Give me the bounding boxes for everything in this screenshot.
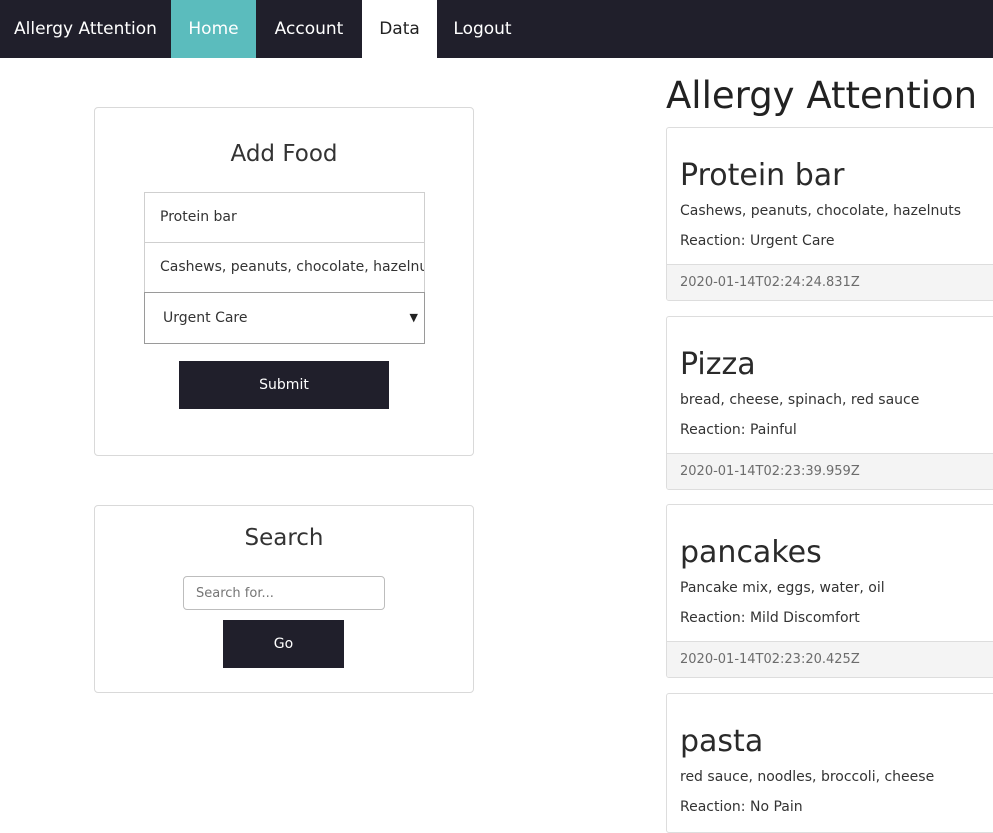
food-card-reaction: Reaction: Painful: [680, 422, 797, 438]
food-card-reaction: Reaction: Urgent Care: [680, 233, 835, 249]
nav-brand[interactable]: Allergy Attention: [0, 0, 171, 58]
food-name-input[interactable]: Protein bar: [144, 192, 425, 243]
food-card-title: Protein bar: [680, 158, 845, 193]
nav-data-link[interactable]: Data: [362, 0, 437, 58]
food-card-ingredients: bread, cheese, spinach, red sauce: [680, 392, 920, 408]
food-card-title: pasta: [680, 724, 764, 759]
page-title: Allergy Attention: [666, 74, 978, 117]
search-panel: Search Go: [94, 505, 474, 693]
food-card-reaction: Reaction: Mild Discomfort: [680, 610, 860, 626]
add-food-panel: Add Food Protein bar Cashews, peanuts, c…: [94, 107, 474, 456]
food-card-reaction: Reaction: No Pain: [680, 799, 803, 815]
top-navbar: Allergy Attention Home Account Data Logo…: [0, 0, 993, 58]
ingredients-input[interactable]: Cashews, peanuts, chocolate, hazelnuts: [144, 242, 425, 293]
food-card-title: pancakes: [680, 535, 822, 570]
food-card: pasta red sauce, noodles, broccoli, chee…: [666, 693, 993, 833]
search-title: Search: [244, 525, 324, 551]
caret-down-icon: ▼: [409, 311, 418, 324]
food-card-ingredients: Cashews, peanuts, chocolate, hazelnuts: [680, 203, 961, 219]
reaction-select[interactable]: Urgent Care ▼: [144, 292, 425, 344]
nav-home-link[interactable]: Home: [171, 0, 256, 58]
food-card: Protein bar Cashews, peanuts, chocolate,…: [666, 127, 993, 301]
submit-button[interactable]: Submit: [179, 361, 389, 409]
food-card: Pizza bread, cheese, spinach, red sauce …: [666, 316, 993, 490]
go-button[interactable]: Go: [223, 620, 344, 668]
food-card-timestamp: 2020-01-14T02:24:24.831Z: [667, 264, 993, 300]
food-card-ingredients: Pancake mix, eggs, water, oil: [680, 580, 885, 596]
food-card: pancakes Pancake mix, eggs, water, oil R…: [666, 504, 993, 678]
nav-account-link[interactable]: Account: [256, 0, 362, 58]
food-card-timestamp: 2020-01-14T02:23:39.959Z: [667, 453, 993, 489]
food-card-ingredients: red sauce, noodles, broccoli, cheese: [680, 769, 935, 785]
food-card-timestamp: 2020-01-14T02:23:20.425Z: [667, 641, 993, 677]
search-input[interactable]: [183, 576, 385, 610]
reaction-select-value: Urgent Care: [163, 310, 248, 326]
food-card-title: Pizza: [680, 347, 756, 382]
nav-logout-link[interactable]: Logout: [437, 0, 528, 58]
add-food-title: Add Food: [230, 141, 338, 167]
